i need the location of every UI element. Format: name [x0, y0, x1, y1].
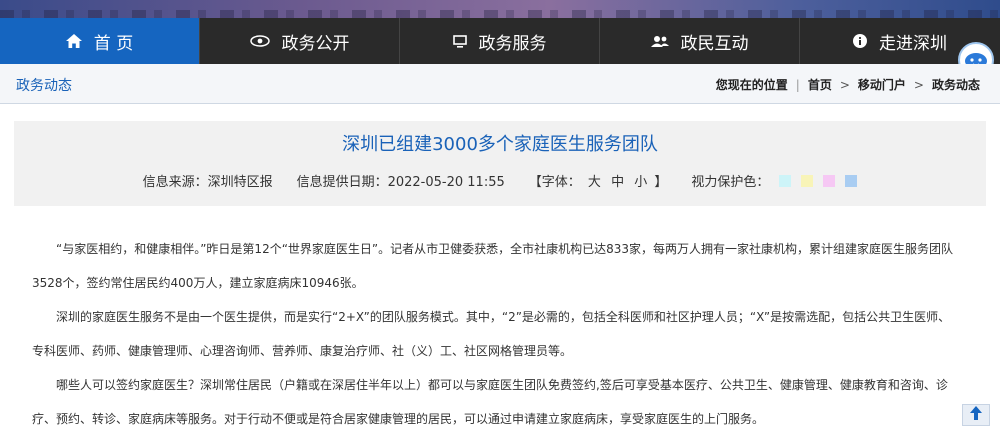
- vision-color-cyan[interactable]: [779, 174, 792, 187]
- main-nav: 首 页 政务公开 政务服务 政民互动 走进深圳: [0, 18, 1000, 64]
- vision-color-yellow[interactable]: [801, 174, 814, 187]
- monitor-icon: [452, 34, 467, 48]
- eye-icon: [249, 35, 270, 47]
- breadcrumb-separator: >: [839, 77, 850, 92]
- breadcrumb-item-mobile-portal[interactable]: 移动门户: [858, 76, 906, 93]
- article-paragraph: 深圳的家庭医生服务不是由一个医生提供，而是实行“2+X”的团队服务模式。其中，“…: [32, 310, 951, 358]
- breadcrumb-divider: |: [795, 77, 800, 92]
- article-paragraph: “与家医相约，和健康相伴。”昨日是第12个“世界家庭医生日”。记者从市卫健委获悉…: [32, 242, 954, 290]
- font-size-medium[interactable]: 中: [611, 175, 624, 190]
- arrow-up-icon: [969, 405, 983, 425]
- article-date: 信息提供日期：2022-05-20 11:55: [296, 175, 505, 190]
- back-to-top-button[interactable]: [962, 404, 990, 426]
- vision-color-pink[interactable]: [823, 174, 836, 187]
- vision-color-blue[interactable]: [845, 174, 858, 187]
- breadcrumb-item-home[interactable]: 首页: [808, 76, 832, 93]
- nav-item-label: 首 页: [93, 33, 134, 54]
- nav-item-label: 政务服务: [478, 33, 547, 54]
- nav-item-label: 政务公开: [281, 33, 350, 54]
- font-size-small[interactable]: 小: [634, 175, 647, 190]
- header-banner: [0, 0, 1000, 18]
- article-source: 信息来源：深圳特区报: [142, 175, 273, 190]
- sub-header: 政务动态 您现在的位置 | 首页 > 移动门户 > 政务动态: [0, 64, 1000, 104]
- font-size-large[interactable]: 大: [588, 175, 601, 190]
- nav-item-interaction[interactable]: 政民互动: [600, 18, 800, 64]
- nav-item-services[interactable]: 政务服务: [400, 18, 600, 64]
- article-body: “与家医相约，和健康相伴。”昨日是第12个“世界家庭医生日”。记者从市卫健委获悉…: [32, 232, 962, 436]
- article-meta: 信息来源：深圳特区报 信息提供日期：2022-05-20 11:55 【字体： …: [14, 171, 986, 190]
- font-size-control: 【字体： 大 中 小 】: [529, 171, 668, 190]
- nav-item-label: 走进深圳: [879, 33, 947, 54]
- breadcrumb: 您现在的位置 | 首页 > 移动门户 > 政务动态: [716, 76, 980, 93]
- nav-item-home[interactable]: 首 页: [0, 18, 200, 64]
- font-label-close: 】: [654, 175, 668, 190]
- vision-protection-label: 视力保护色：: [691, 175, 770, 190]
- article-title: 深圳已组建3000多个家庭医生服务团队: [342, 134, 658, 155]
- article-paragraph: 哪些人可以签约家庭医生？深圳常住居民（户籍或在深居住半年以上）都可以与家庭医生团…: [32, 378, 948, 426]
- breadcrumb-separator: >: [913, 77, 924, 92]
- info-icon: [853, 34, 867, 48]
- nav-item-open-government[interactable]: 政务公开: [200, 18, 400, 64]
- people-icon: [650, 35, 669, 48]
- home-icon: [65, 34, 82, 48]
- font-label-open: 【字体：: [528, 175, 581, 190]
- nav-item-label: 政民互动: [680, 33, 749, 54]
- article-header: 深圳已组建3000多个家庭医生服务团队 信息来源：深圳特区报 信息提供日期：20…: [14, 121, 986, 206]
- breadcrumb-item-news[interactable]: 政务动态: [932, 76, 980, 93]
- section-title: 政务动态: [16, 78, 72, 94]
- breadcrumb-prefix: 您现在的位置: [715, 78, 788, 92]
